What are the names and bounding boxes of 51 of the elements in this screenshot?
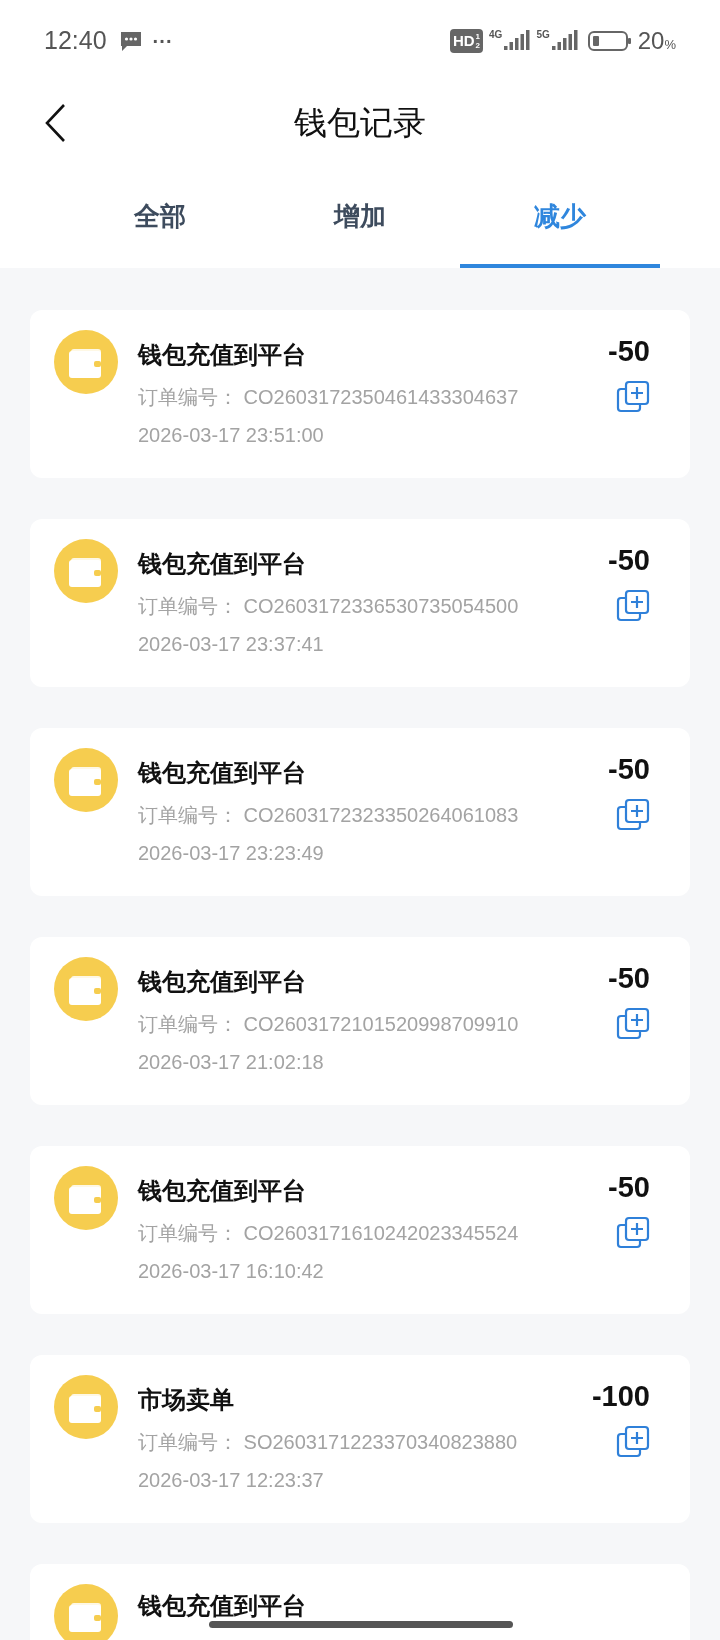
signal-icon xyxy=(502,30,531,52)
record-title: 钱包充值到平台 xyxy=(138,548,306,579)
record-title: 钱包充值到平台 xyxy=(138,757,306,788)
record-amount: -100 xyxy=(591,1379,650,1414)
record-time: 2026-03-17 12:23:37 xyxy=(138,1467,325,1493)
record-title: 钱包充值到平台 xyxy=(138,339,306,370)
copy-icon[interactable] xyxy=(616,797,650,832)
wallet-icon xyxy=(54,748,118,812)
record-title: 钱包充值到平台 xyxy=(138,1591,306,1621)
record-amount: -50 xyxy=(608,961,650,996)
record-time: 2026-03-17 16:10:42 xyxy=(138,1258,325,1284)
battery-percent: 20% xyxy=(637,26,676,56)
record-time: 2026-03-17 23:51:00 xyxy=(138,422,325,448)
back-icon[interactable] xyxy=(44,103,66,143)
record-amount: -50 xyxy=(608,752,650,787)
record-amount: -50 xyxy=(608,334,650,369)
record-time: 2026-03-17 23:37:41 xyxy=(138,631,325,657)
order-number: 订单编号： CO2603172336530735054500 xyxy=(138,593,519,619)
record-title: 钱包充值到平台 xyxy=(138,1175,306,1206)
wallet-icon xyxy=(54,330,118,394)
tab[interactable]: 增加 xyxy=(260,164,460,268)
clock: 12:40 xyxy=(44,25,107,57)
record-amount: -50 xyxy=(608,543,650,578)
wallet-icon xyxy=(54,957,118,1021)
tab[interactable]: 减少 xyxy=(460,164,660,268)
page-title: 钱包记录 xyxy=(294,103,426,144)
order-number: 订单编号： CO2603172350461433304637 xyxy=(138,384,519,410)
copy-icon[interactable] xyxy=(616,588,650,623)
copy-icon[interactable] xyxy=(616,379,650,414)
network-label: 5G xyxy=(536,30,550,40)
more-indicator: ··· xyxy=(152,29,173,54)
record-title: 钱包充值到平台 xyxy=(138,966,306,997)
order-number: 订单编号： CO2603172323350264061083 xyxy=(138,802,519,828)
copy-icon[interactable] xyxy=(616,1215,650,1250)
network-label: 4G xyxy=(489,30,503,40)
signal-icon xyxy=(549,30,578,52)
record-title: 市场卖单 xyxy=(138,1384,234,1415)
copy-icon[interactable] xyxy=(616,1424,650,1459)
record-amount: -50 xyxy=(608,1170,650,1205)
wallet-icon xyxy=(54,539,118,603)
wallet-icon xyxy=(54,1375,118,1439)
copy-icon[interactable] xyxy=(616,1006,650,1041)
order-number: 订单编号： SO2603171223370340823880 xyxy=(138,1429,518,1455)
record-time: 2026-03-17 21:02:18 xyxy=(138,1049,325,1075)
wallet-icon xyxy=(54,1166,118,1230)
battery-icon xyxy=(587,30,632,52)
tab[interactable]: 全部 xyxy=(60,164,260,268)
message-icon xyxy=(118,30,143,52)
order-number: 订单编号： CO2603172101520998709910 xyxy=(138,1011,519,1037)
order-number: 订单编号： CO2603171610242023345524 xyxy=(138,1220,519,1246)
record-time: 2026-03-17 23:23:49 xyxy=(138,840,325,866)
